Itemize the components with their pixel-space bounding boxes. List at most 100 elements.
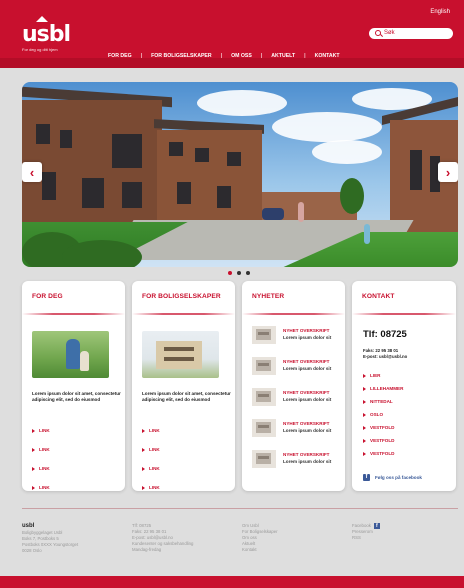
language-link[interactable]: English [430, 9, 450, 15]
office-link[interactable]: VESTFOLD [363, 434, 403, 447]
card-link[interactable]: LINK [142, 478, 160, 497]
footer-col-social: Facebook f Presserom RSS [352, 523, 380, 541]
facebook-icon: f [373, 523, 380, 529]
adult-figure [66, 339, 80, 369]
arrow-right-icon [363, 412, 366, 417]
card-divider [242, 313, 345, 315]
news-summary: Lorem ipsum dolor sit [283, 397, 332, 402]
slider-dot[interactable] [237, 271, 241, 275]
building-figure [164, 357, 194, 361]
runner [298, 202, 304, 222]
bush [340, 178, 364, 214]
news-summary: Lorem ipsum dolor sit [283, 335, 332, 340]
card-links: LINK LINK LINK LINK [142, 421, 160, 497]
logo-tagline: For deg og ditt hjem [22, 47, 58, 52]
office-link[interactable]: VESTFOLD [363, 447, 403, 460]
building-figure [156, 341, 202, 369]
slider-dots [228, 271, 250, 275]
nav-item-for-boligselskaper[interactable]: FOR BOLIGSELSKAPER [151, 53, 212, 59]
office-link[interactable]: OSLO [363, 408, 403, 421]
building-figure [164, 347, 194, 351]
office-link[interactable]: VESTFOLD [363, 421, 403, 434]
card-link[interactable]: LINK [142, 440, 160, 459]
footer-link[interactable]: Kontakt [242, 547, 278, 553]
news-headline: NYHET OVERSKRIFT [283, 359, 330, 364]
child [364, 224, 370, 244]
arrow-right-icon [363, 425, 366, 430]
card-link[interactable]: LINK [142, 459, 160, 478]
card-link[interactable]: LINK [32, 459, 50, 478]
card-divider [22, 313, 125, 315]
site-header: English Søk usbl For deg og ditt hjem FO… [0, 0, 464, 68]
logo-roof-icon [36, 16, 48, 22]
news-summary: Lorem ipsum dolor sit [283, 459, 332, 464]
card-title[interactable]: KONTAKT [362, 293, 394, 300]
nav-item-for-deg[interactable]: FOR DEG [108, 53, 132, 59]
nav-item-om-oss[interactable]: OM OSS [231, 53, 252, 59]
slider-dot[interactable] [246, 271, 250, 275]
site-logo[interactable]: usbl For deg og ditt hjem [22, 16, 71, 52]
window [217, 186, 231, 208]
email-address[interactable]: E-post: usbl@usbl.no [363, 354, 407, 360]
news-thumbnail [252, 326, 276, 344]
facebook-link[interactable]: f Følg oss på facebook [363, 474, 422, 481]
news-thumbnail [252, 419, 276, 437]
arrow-right-icon [363, 386, 366, 391]
slider-prev-button[interactable]: ‹ [22, 162, 42, 182]
card-image[interactable] [32, 331, 109, 378]
news-headline: NYHET OVERSKRIFT [283, 421, 330, 426]
office-link[interactable]: LILLEHAMMER [363, 382, 403, 395]
arrow-right-icon [142, 447, 145, 452]
news-thumbnail [252, 450, 276, 468]
card-title[interactable]: NYHETER [252, 293, 284, 300]
card-link[interactable]: LINK [32, 421, 50, 440]
arrow-right-icon [363, 399, 366, 404]
card-links: LINK LINK LINK LINK [32, 421, 50, 497]
logo-text: usbl [22, 22, 71, 47]
card-nyheter: NYHETER NYHET OVERSKRIFT Lorem ipsum dol… [242, 281, 345, 491]
card-title[interactable]: FOR BOLIGSELSKAPER [142, 293, 221, 300]
footer-link[interactable]: RSS [352, 535, 380, 541]
cloud [312, 140, 382, 164]
card-link[interactable]: LINK [142, 421, 160, 440]
arrow-right-icon [142, 428, 145, 433]
card-image[interactable] [142, 331, 219, 378]
footer-divider [22, 508, 458, 509]
header-shade [0, 58, 464, 68]
news-headline: NYHET OVERSKRIFT [283, 390, 330, 395]
arrow-right-icon [32, 428, 35, 433]
card-text: Lorem ipsum dolor sit amet, consectetur … [142, 391, 231, 402]
contact-details: Faks: 22 95 38 01 E-post: usbl@usbl.no [363, 348, 407, 360]
office-link[interactable]: LIER [363, 369, 403, 382]
cloud [197, 90, 287, 116]
phone-number[interactable]: Tlf: 08725 [363, 329, 407, 340]
news-summary: Lorem ipsum dolor sit [283, 428, 332, 433]
arrow-right-icon [363, 451, 366, 456]
window [82, 178, 104, 208]
chevron-left-icon: ‹ [29, 164, 35, 180]
arrow-right-icon [142, 485, 145, 490]
card-title[interactable]: FOR DEG [32, 293, 63, 300]
search-input[interactable]: Søk [369, 28, 453, 39]
news-headline: NYHET OVERSKRIFT [283, 328, 330, 333]
news-summary: Lorem ipsum dolor sit [283, 366, 332, 371]
news-headline: NYHET OVERSKRIFT [283, 452, 330, 457]
car [262, 208, 284, 220]
window [227, 152, 241, 166]
card-divider [352, 313, 456, 315]
search-icon [375, 30, 381, 36]
office-link[interactable]: NITTEDAL [363, 395, 403, 408]
nav-item-aktuelt[interactable]: AKTUELT [271, 53, 295, 59]
nav-separator: | [304, 53, 306, 59]
card-link[interactable]: LINK [32, 440, 50, 459]
slider-next-button[interactable]: › [438, 162, 458, 182]
window [169, 142, 183, 156]
news-thumbnail [252, 357, 276, 375]
nav-item-kontakt[interactable]: KONTAKT [315, 53, 340, 59]
slider-dot[interactable] [228, 271, 232, 275]
footer-col-links: Om Usbl For Boligselskaper Om oss Aktuel… [242, 523, 278, 553]
card-for-boligselskaper: FOR BOLIGSELSKAPER Lorem ipsum dolor sit… [132, 281, 235, 491]
card-text: Lorem ipsum dolor sit amet, consectetur … [32, 391, 121, 402]
card-link[interactable]: LINK [32, 478, 50, 497]
footer-col-address: usbl Boligbyggelaget Usbl Boks 7, Postbo… [22, 523, 78, 554]
